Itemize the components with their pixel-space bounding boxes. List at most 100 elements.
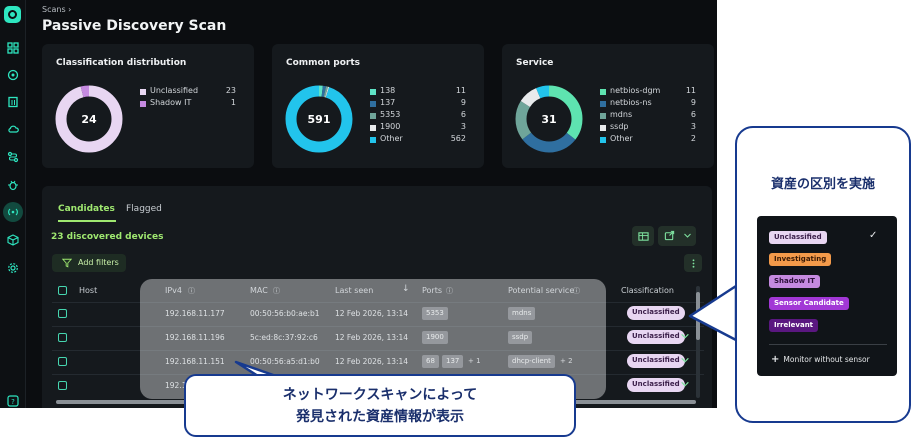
target-icon[interactable]	[6, 68, 20, 82]
legend-value: 1	[230, 98, 236, 107]
tab-flagged[interactable]: Flagged	[126, 204, 162, 214]
donut-total: 31	[541, 113, 556, 126]
chevron-down-icon[interactable]	[680, 331, 690, 341]
legend-swatch	[370, 89, 376, 95]
option-shadow-it[interactable]: Shadow IT	[769, 275, 820, 288]
legend-swatch	[140, 89, 146, 95]
legend-swatch	[370, 125, 376, 131]
table-icon	[637, 231, 649, 241]
legend-label: Unclassified	[150, 86, 199, 95]
app-logo[interactable]	[4, 6, 21, 23]
legend-label: 5353	[380, 110, 401, 119]
more-options-button[interactable]	[684, 254, 702, 272]
nav-rail: ?	[0, 0, 26, 408]
check-icon: ✓	[869, 230, 878, 241]
select-all-checkbox[interactable]	[58, 286, 67, 295]
col-host[interactable]: Host	[79, 286, 97, 295]
table-view-button[interactable]	[632, 226, 654, 246]
legend-label: Other	[380, 134, 403, 143]
legend-label: Other	[610, 134, 633, 143]
bug-icon[interactable]	[6, 178, 20, 192]
kebab-icon	[692, 258, 694, 268]
legend-row: 138 11	[370, 86, 466, 98]
donut-total: 24	[81, 113, 97, 126]
discovered-count: 23 discovered devices	[51, 232, 164, 242]
classification-badge[interactable]: Unclassified	[627, 330, 685, 344]
card-title: Service	[516, 58, 554, 68]
legend-row: ssdp 3	[600, 122, 696, 134]
legend-row: 1900 3	[370, 122, 466, 134]
classification-legend: Unclassified 23 Shadow IT 1	[140, 86, 236, 110]
cube-icon[interactable]	[6, 233, 20, 247]
classification-donut: 24	[55, 85, 123, 153]
legend-swatch	[370, 101, 376, 107]
legend-value: 2	[690, 134, 696, 143]
legend-row: 137 9	[370, 98, 466, 110]
classification-badge[interactable]: Unclassified	[627, 306, 685, 320]
add-filters-button[interactable]: Add filters	[52, 254, 126, 272]
legend-row: Other 2	[600, 134, 696, 146]
ports-legend: 138 11 137 9 5353 6 1900 3 Other 562	[370, 86, 466, 146]
callout-line-1: ネットワークスキャンによって	[282, 387, 478, 403]
legend-value: 562	[450, 134, 466, 143]
breadcrumb[interactable]: Scans ›	[42, 5, 71, 14]
classification-badge[interactable]: Unclassified	[627, 354, 685, 368]
legend-label: mdns	[610, 110, 633, 119]
legend-value: 9	[460, 98, 466, 107]
legend-row: Other 562	[370, 134, 466, 146]
help-icon[interactable]: ?	[6, 394, 20, 408]
legend-swatch	[140, 101, 146, 107]
legend-row: Unclassified 23	[140, 86, 236, 98]
option-sensor-candidate[interactable]: Sensor Candidate	[769, 297, 849, 310]
common-ports-card: Common ports 591 138 11 137 9 5353 6 1900 3 …	[272, 44, 484, 168]
legend-label: netbios-ns	[610, 98, 652, 107]
option-irrelevant[interactable]: Irrelevant	[769, 319, 819, 332]
dashboard-icon[interactable]	[6, 41, 20, 55]
option-unclassified[interactable]: Unclassified	[769, 231, 827, 244]
row-checkbox[interactable]	[58, 381, 67, 390]
export-icon	[664, 230, 675, 241]
chevron-down-icon	[684, 233, 691, 238]
radar-icon[interactable]	[3, 202, 23, 222]
filter-icon	[62, 258, 72, 268]
legend-row: mdns 6	[600, 110, 696, 122]
legend-swatch	[600, 101, 606, 107]
classification-dropdown: Unclassified ✓ Investigating Shadow IT S…	[757, 216, 897, 376]
chevron-down-icon[interactable]	[680, 379, 690, 389]
service-donut: 31	[515, 85, 583, 153]
divider	[769, 344, 887, 345]
legend-label: 1900	[380, 122, 401, 131]
row-checkbox[interactable]	[58, 333, 67, 342]
donut-total: 591	[308, 113, 331, 126]
legend-label: netbios-dgm	[610, 86, 661, 95]
legend-value: 11	[685, 86, 696, 95]
tab-candidates[interactable]: Candidates	[58, 204, 116, 222]
ports-donut: 591	[285, 85, 353, 153]
option-investigating[interactable]: Investigating	[769, 253, 832, 266]
classification-card: Classification distribution 24 Unclassif…	[42, 44, 254, 168]
vertical-scrollbar[interactable]	[696, 286, 700, 398]
chevron-down-icon[interactable]	[680, 355, 690, 365]
monitor-without-sensor[interactable]: + Monitor without sensor	[771, 354, 870, 365]
legend-value: 6	[460, 110, 466, 119]
legend-value: 6	[690, 110, 696, 119]
service-card: Service 31 netbios-dgm 11 netbios-ns 9 mdn…	[502, 44, 714, 168]
legend-value: 23	[225, 86, 236, 95]
legend-row: Shadow IT 1	[140, 98, 236, 110]
export-button[interactable]	[658, 226, 696, 246]
row-checkbox[interactable]	[58, 309, 67, 318]
callout-title: 資産の区別を実施	[770, 177, 875, 192]
card-title: Common ports	[286, 58, 360, 68]
legend-label: 137	[380, 98, 396, 107]
row-checkbox[interactable]	[58, 357, 67, 366]
route-icon[interactable]	[6, 150, 20, 164]
building-icon[interactable]	[6, 95, 20, 109]
scroll-thumb[interactable]	[696, 292, 700, 340]
col-classification[interactable]: Classification	[621, 286, 674, 295]
classification-badge[interactable]: Unclassified	[627, 378, 685, 392]
page-title: Passive Discovery Scan	[42, 18, 227, 34]
gear-icon[interactable]	[6, 261, 20, 275]
legend-swatch	[600, 125, 606, 131]
legend-label: ssdp	[610, 122, 629, 131]
cloud-icon[interactable]	[6, 122, 20, 136]
